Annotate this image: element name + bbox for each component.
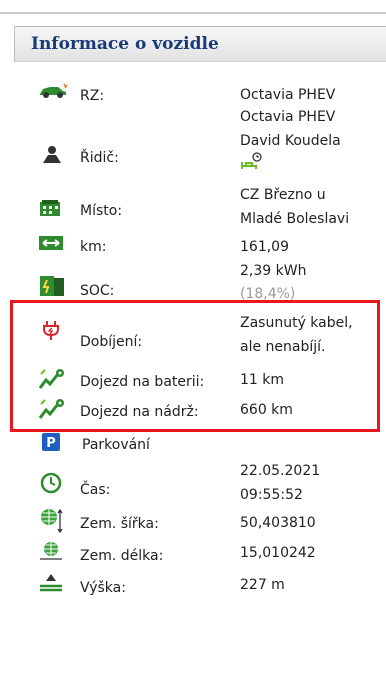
clock-icon <box>40 472 66 494</box>
ridic-value-line2: David Koudela <box>240 133 341 149</box>
dobijeni-label: Dobíjení: <box>80 334 143 350</box>
top-divider <box>0 12 386 14</box>
misto-value-line2: Mladé Boleslavi <box>240 211 350 227</box>
dojezd-baterie-label: Dojezd na baterii: <box>80 374 205 390</box>
soc-label: SOC: <box>80 283 115 299</box>
dojezd-baterie-value: 11 km <box>240 372 285 388</box>
vyska-label: Výška: <box>80 580 126 596</box>
dobijeni-value-line2: ale nenabíjí. <box>240 339 326 355</box>
svg-text:P: P <box>46 436 56 451</box>
cas-label: Čas: <box>80 482 111 498</box>
driver-status-icon <box>240 152 262 172</box>
dobijeni-value-line1: Zasunutý kabel, <box>240 315 353 331</box>
rz-value: Octavia PHEV <box>240 87 336 103</box>
panel-title: Informace o vozidle <box>31 34 219 54</box>
dojezd-nadrz-value: 660 km <box>240 402 293 418</box>
cas-value-line1: 22.05.2021 <box>240 463 321 479</box>
soc-value-line1: 2,39 kWh <box>240 263 307 279</box>
latitude-globe-icon <box>38 507 64 534</box>
longitude-globe-icon <box>38 540 64 562</box>
distance-arrows-icon <box>38 235 64 257</box>
parking-icon: P <box>42 433 60 451</box>
panel-header: Informace o vozidle <box>14 26 386 62</box>
cas-value-line2: 09:55:52 <box>240 487 303 503</box>
km-label: km: <box>80 239 107 255</box>
parkovani-label: Parkování <box>82 437 150 453</box>
misto-value-line1: CZ Březno u <box>240 187 326 203</box>
battery-fuel-icon <box>38 272 68 298</box>
dojezd-nadrz-label: Dojezd na nádrž: <box>80 404 199 420</box>
ridic-label: Řidič: <box>80 150 119 166</box>
misto-label: Místo: <box>80 203 123 219</box>
delka-value: 15,010242 <box>240 545 316 561</box>
charging-plug-icon <box>40 318 66 340</box>
range-tank-icon <box>38 398 64 420</box>
ridic-value-line1: Octavia PHEV <box>240 109 336 125</box>
km-value: 161,09 <box>240 239 289 255</box>
location-building-icon <box>38 198 64 220</box>
range-battery-icon <box>38 368 64 390</box>
rz-label: RZ: <box>80 88 105 104</box>
sirka-value: 50,403810 <box>240 515 316 531</box>
driver-icon <box>40 145 66 167</box>
sirka-label: Zem. šířka: <box>80 516 159 532</box>
car-icon <box>38 83 68 105</box>
vyska-value: 227 m <box>240 577 285 593</box>
altitude-icon <box>38 572 64 594</box>
delka-label: Zem. délka: <box>80 548 164 564</box>
